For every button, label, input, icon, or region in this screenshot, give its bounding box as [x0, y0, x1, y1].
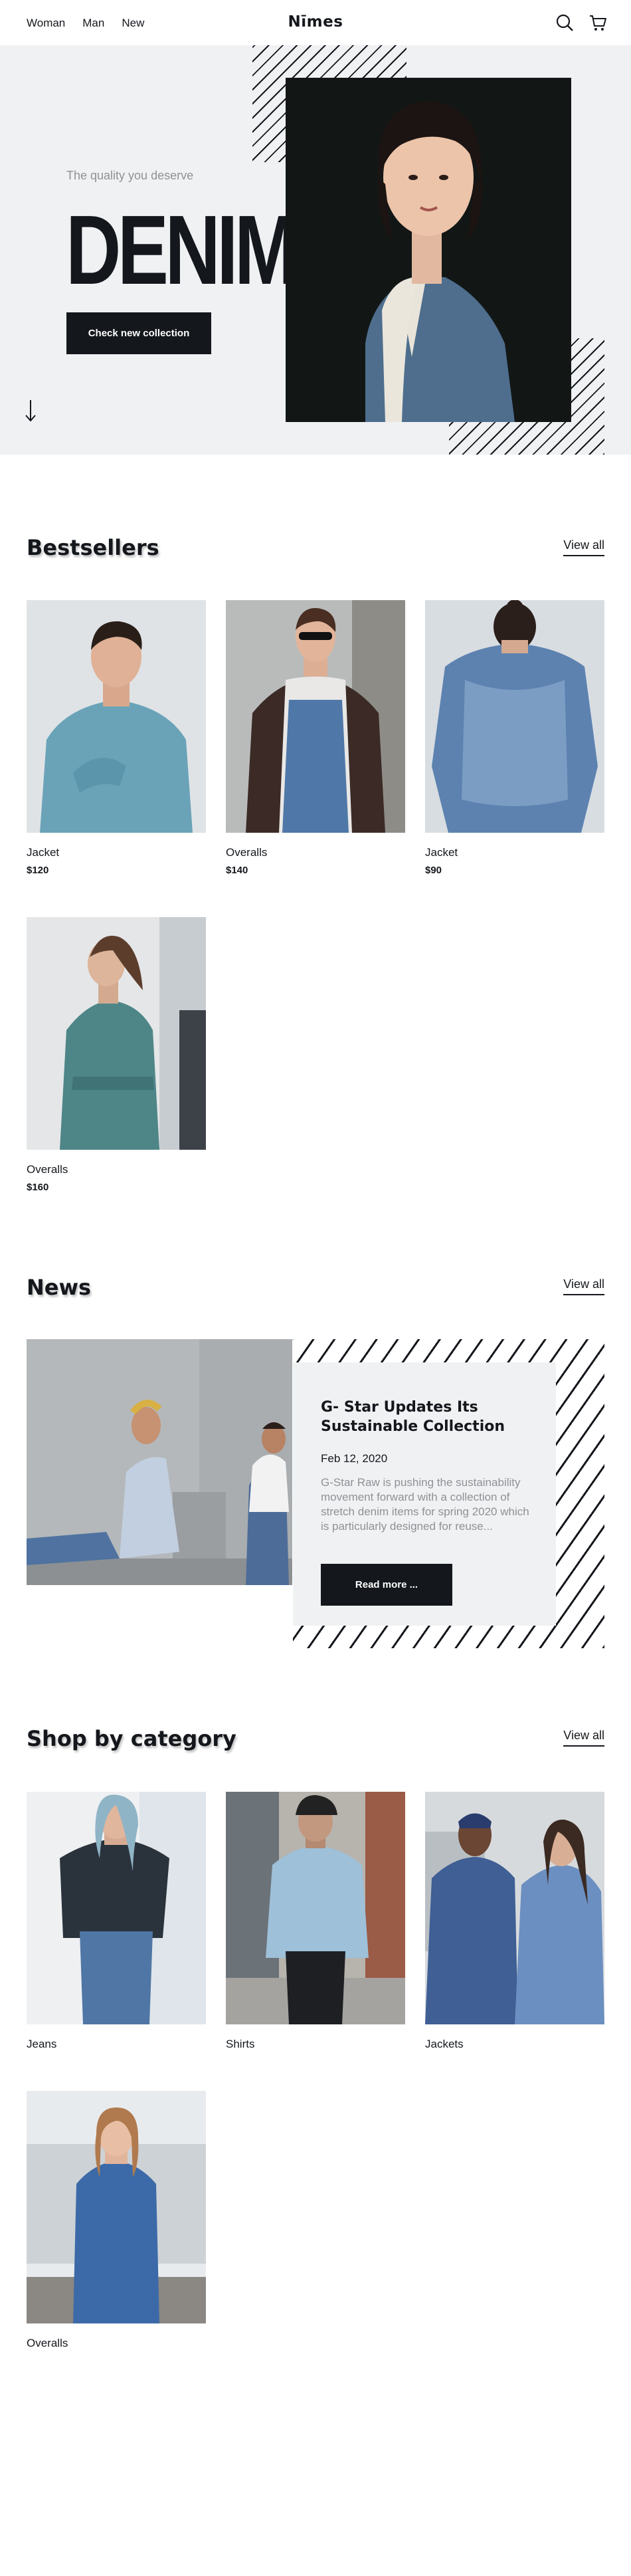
news-article-date: Feb 12, 2020: [321, 1452, 388, 1465]
news-article-title[interactable]: G- Star Updates Its Sustainable Collecti…: [321, 1398, 533, 1436]
product-price: $120: [27, 865, 49, 876]
check-new-collection-button[interactable]: Check new collection: [66, 312, 211, 354]
product-card[interactable]: Jacket $90: [425, 600, 604, 876]
product-image[interactable]: [27, 600, 206, 833]
hero-tagline: The quality you deserve: [66, 169, 194, 182]
cart-icon[interactable]: [588, 13, 607, 32]
category-image[interactable]: [425, 1792, 604, 2024]
news-article-excerpt: G-Star Raw is pushing the sustainability…: [321, 1476, 529, 1533]
category-name[interactable]: Jackets: [425, 2038, 604, 2051]
category-name[interactable]: Overalls: [27, 2337, 206, 2350]
hero-title: DENIM: [66, 195, 298, 305]
category-card[interactable]: Jeans: [27, 1792, 206, 2051]
category-card[interactable]: Overalls: [27, 2091, 206, 2350]
categories-view-all-link[interactable]: View all: [563, 1729, 604, 1747]
product-name[interactable]: Jacket: [27, 846, 206, 859]
bestsellers-title: Bestsellers: [27, 535, 159, 560]
product-image[interactable]: [27, 917, 206, 1150]
news-article-card: G- Star Updates Its Sustainable Collecti…: [293, 1362, 556, 1626]
logo[interactable]: Nīmes: [0, 13, 631, 31]
product-name[interactable]: Jacket: [425, 846, 604, 859]
product-image[interactable]: [425, 600, 604, 833]
product-price: $160: [27, 1182, 49, 1193]
product-price: $140: [226, 865, 248, 876]
category-image[interactable]: [27, 2091, 206, 2323]
product-image[interactable]: [226, 600, 405, 833]
search-icon[interactable]: [555, 13, 574, 32]
read-more-button[interactable]: Read more ...: [321, 1564, 452, 1606]
category-image[interactable]: [226, 1792, 405, 2024]
product-card[interactable]: Jacket $120: [27, 600, 206, 876]
site-header: Woman Man New Nīmes: [0, 0, 631, 45]
news-view-all-link[interactable]: View all: [563, 1277, 604, 1295]
news-image[interactable]: [27, 1339, 292, 1585]
hero-image: [286, 78, 571, 422]
category-image[interactable]: [27, 1792, 206, 2024]
shop-by-category-title: Shop by category: [27, 1726, 236, 1751]
category-name[interactable]: Shirts: [226, 2038, 405, 2051]
category-card[interactable]: Jackets: [425, 1792, 604, 2051]
bestsellers-view-all-link[interactable]: View all: [563, 538, 604, 556]
product-name[interactable]: Overalls: [27, 1163, 206, 1176]
product-name[interactable]: Overalls: [226, 846, 405, 859]
product-card[interactable]: Overalls $140: [226, 600, 405, 876]
news-title: News: [27, 1275, 92, 1300]
category-card[interactable]: Shirts: [226, 1792, 405, 2051]
product-price: $90: [425, 865, 442, 876]
product-card[interactable]: Overalls $160: [27, 917, 206, 1193]
arrow-down-icon[interactable]: [24, 399, 37, 427]
category-name[interactable]: Jeans: [27, 2038, 206, 2051]
